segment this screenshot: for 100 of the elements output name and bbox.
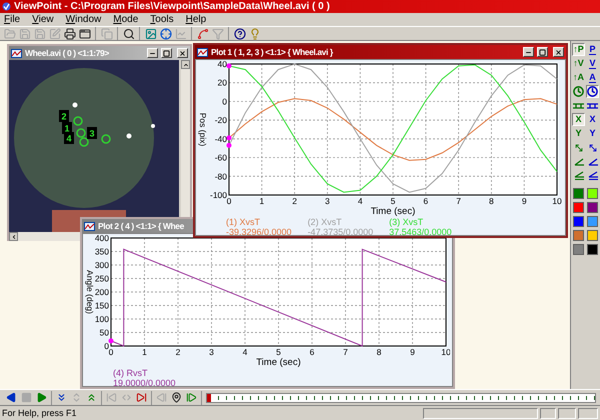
marker-label: 4 — [64, 132, 74, 144]
tick-label: 350 — [94, 246, 109, 256]
color-swatch[interactable] — [587, 188, 598, 199]
tick-label: -40 — [214, 134, 227, 144]
tick-label: 4 — [358, 196, 363, 206]
tick-label: 1 — [142, 347, 147, 357]
chevron-up-icon — [182, 62, 188, 68]
axis-label: Time (sec) — [370, 206, 416, 217]
tick-label: 4 — [242, 347, 248, 357]
search-icon[interactable] — [122, 28, 134, 40]
color-swatch[interactable] — [587, 230, 598, 241]
maximize-icon — [539, 48, 546, 56]
window-icon — [197, 48, 208, 56]
minimize-button[interactable] — [147, 48, 158, 58]
legend-reading: -39.3296/0.0000 — [226, 227, 292, 235]
spline-icon[interactable] — [196, 28, 208, 40]
color-swatch[interactable] — [573, 202, 584, 213]
maximize-button[interactable] — [537, 47, 548, 57]
tick-label: 250 — [94, 274, 109, 284]
tick-label: 3 — [209, 347, 214, 357]
printer-icon[interactable] — [64, 28, 76, 40]
marker-label: 2 — [59, 110, 69, 122]
window-icon[interactable] — [78, 28, 90, 40]
status-pane — [558, 408, 576, 418]
tick-label: 9 — [522, 196, 527, 206]
close-icon — [555, 48, 562, 56]
scroll-up-button[interactable] — [181, 60, 190, 69]
color-swatch[interactable] — [587, 202, 598, 213]
tool-button[interactable]: ↑A — [572, 71, 585, 84]
menu-item[interactable]: Mode — [113, 14, 138, 24]
tick-label: 200 — [94, 287, 109, 297]
tick-label: -100 — [210, 190, 227, 200]
pin-icon[interactable] — [171, 392, 182, 403]
tool-button[interactable]: ↑P — [572, 43, 585, 56]
color-swatch[interactable] — [573, 244, 584, 255]
double-chevron-up-icon[interactable] — [86, 392, 97, 403]
skip-forward-icon[interactable] — [136, 392, 147, 403]
help-icon[interactable] — [234, 28, 246, 40]
color-swatch[interactable] — [573, 188, 584, 199]
reflective-marker — [151, 124, 155, 128]
color-swatch[interactable] — [573, 216, 584, 227]
tick-label: 8 — [489, 196, 494, 206]
menu-item[interactable]: Window — [66, 14, 102, 24]
status-text: For Help, press F1 — [2, 408, 78, 418]
legend-label: (3) XvsT — [389, 217, 424, 227]
window-title: Wheel.avi ( 0 ) <1:1:79> — [25, 48, 109, 58]
tool-button[interactable]: A — [586, 71, 599, 84]
tick-label: 8 — [376, 347, 382, 357]
play-icon[interactable] — [36, 392, 47, 403]
legend-label: (2) XvsT — [308, 217, 343, 227]
tick-label: 6 — [423, 196, 428, 206]
tick-label: 9 — [410, 347, 415, 357]
scroll-left-button[interactable] — [9, 232, 18, 241]
menu-item[interactable]: Tools — [150, 14, 174, 24]
maximize-button[interactable] — [161, 48, 172, 58]
window-title: Plot 1 ( 1, 2, 3 ) <1:1> { Wheel.avi } — [211, 48, 333, 56]
app-title: ViewPoint - C:\Program Files\Viewpoint\SampleData\Wheel.avi ( 0 ) — [14, 2, 330, 12]
tool-button[interactable]: X — [586, 113, 599, 126]
menu-item[interactable]: View — [32, 14, 54, 24]
close-button[interactable] — [553, 47, 564, 57]
cursor-dot — [226, 135, 232, 140]
tracking-circle — [73, 116, 83, 126]
color-swatch[interactable] — [573, 230, 584, 241]
legend-reading: 19.0000/0.0000 — [113, 378, 176, 386]
tick-label: 5 — [276, 347, 281, 357]
reflective-marker — [126, 134, 132, 138]
tool-button[interactable]: Y — [586, 127, 599, 140]
tool-button[interactable]: ↑V — [572, 57, 585, 70]
cursor-dot — [226, 142, 232, 148]
status-pane — [578, 408, 598, 418]
tick-label: 400 — [94, 234, 109, 243]
cursor-dot — [226, 63, 232, 68]
close-icon — [179, 50, 186, 56]
tick-label: 5 — [390, 196, 396, 206]
tool-button[interactable]: Y — [572, 127, 585, 140]
timeline-thumb[interactable] — [207, 394, 211, 402]
legend-reading: -47.3735/0.0000 — [308, 227, 374, 235]
tool-button[interactable]: V — [586, 57, 599, 70]
color-swatch[interactable] — [587, 216, 598, 227]
step-forward-icon[interactable] — [186, 392, 197, 403]
double-chevron-down-icon[interactable] — [56, 392, 67, 403]
tool-button[interactable]: X — [572, 113, 585, 126]
legend-label: (1) XvsT — [226, 217, 262, 227]
menu-item[interactable]: Help — [186, 14, 206, 24]
image-icon[interactable] — [144, 28, 156, 40]
close-button[interactable] — [177, 48, 188, 58]
tick-label: -20 — [214, 115, 227, 126]
maximize-icon — [163, 50, 170, 56]
tick-label: 6 — [310, 347, 314, 357]
tool-button[interactable]: P — [586, 43, 599, 56]
crosshair-icon[interactable] — [160, 28, 172, 40]
tick-label: 0 — [226, 196, 232, 206]
color-swatch[interactable] — [587, 244, 598, 255]
reverse-play-icon[interactable] — [6, 392, 17, 403]
tick-label: 1 — [259, 196, 264, 206]
minimize-button[interactable] — [523, 47, 534, 57]
window-icon — [84, 222, 95, 230]
menu-item[interactable]: File — [4, 14, 20, 24]
app-logo-icon — [2, 2, 11, 11]
tick-label: 7 — [456, 196, 461, 206]
